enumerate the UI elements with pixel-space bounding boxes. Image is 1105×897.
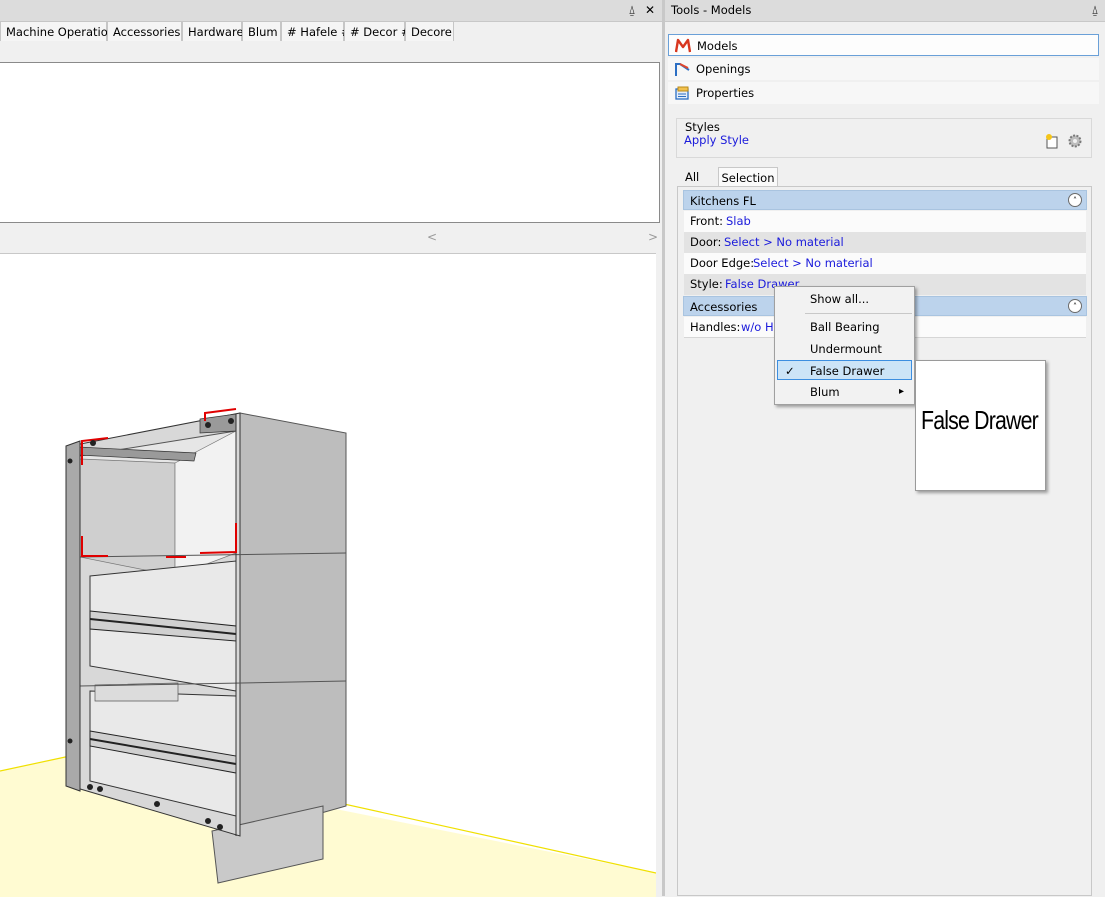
panel-splitter[interactable] xyxy=(662,0,665,896)
door-label: Door: xyxy=(690,235,722,249)
tools-models-titlebar: Tools - Models ⍙ xyxy=(665,0,1105,22)
tools-panel-title: Tools - Models xyxy=(671,3,752,17)
3d-viewport[interactable] xyxy=(0,253,656,897)
front-value-link[interactable]: Slab xyxy=(726,211,751,232)
horizontal-scroll-strip: < > xyxy=(0,224,662,252)
models-icon xyxy=(675,38,691,53)
nav-models[interactable]: Models xyxy=(668,34,1099,56)
pin-icon[interactable]: ⍙ xyxy=(1087,2,1103,18)
tab-all[interactable]: All xyxy=(679,167,719,187)
tab-blum[interactable]: Blum xyxy=(242,21,281,41)
style-label: Style: xyxy=(690,277,723,291)
styles-group-label: Styles xyxy=(685,120,720,134)
front-row: Front: Slab xyxy=(684,211,1086,232)
styles-group: Styles Apply Style xyxy=(676,118,1092,158)
kitchens-section-header[interactable]: Kitchens FL ˄ xyxy=(683,190,1087,210)
nav-openings[interactable]: Openings xyxy=(668,58,1099,80)
scroll-left-icon[interactable]: < xyxy=(427,230,437,244)
nav-properties[interactable]: Properties xyxy=(668,82,1099,104)
tab-decor[interactable]: # Decor # xyxy=(344,21,411,41)
menu-item-label: Blum xyxy=(810,385,840,399)
apply-style-link[interactable]: Apply Style xyxy=(684,133,749,147)
cabinet-render xyxy=(0,408,656,897)
door-value-link[interactable]: Select > No material xyxy=(724,232,844,253)
nav-properties-label: Properties xyxy=(696,86,755,100)
tab-decore[interactable]: Decore xyxy=(405,21,454,41)
handles-label: Handles: xyxy=(690,320,741,334)
openings-icon xyxy=(675,63,690,76)
nav-models-label: Models xyxy=(697,39,738,53)
kitchens-section-title: Kitchens FL xyxy=(690,194,756,208)
menu-item-label: Undermount xyxy=(810,342,882,356)
left-panel-titlebar: ⍙ ✕ xyxy=(0,0,662,22)
close-icon[interactable]: ✕ xyxy=(642,2,658,18)
tooltip-text: False Drawer xyxy=(921,405,1039,435)
door-edge-row: Door Edge: Select > No material xyxy=(684,253,1086,274)
tab-accessories[interactable]: Accessories xyxy=(107,21,182,41)
menu-separator xyxy=(805,313,912,314)
tab-hardware[interactable]: Hardware xyxy=(182,21,244,41)
menu-item-label: False Drawer xyxy=(810,364,885,378)
checkmark-icon: ✓ xyxy=(785,364,795,378)
menu-item-blum[interactable]: Blum ▸ xyxy=(777,382,912,402)
style-preview-tooltip: False Drawer xyxy=(915,360,1046,491)
tab-selection[interactable]: Selection xyxy=(718,167,778,187)
tab-hafele[interactable]: # Hafele # xyxy=(281,21,351,41)
door-edge-value-link[interactable]: Select > No material xyxy=(753,253,873,274)
menu-item-false-drawer[interactable]: ✓ False Drawer xyxy=(777,360,912,380)
properties-icon xyxy=(675,86,689,100)
menu-item-undermount[interactable]: Undermount xyxy=(777,339,912,359)
menu-item-label: Ball Bearing xyxy=(810,320,880,334)
catalog-tabs: Machine Operation Accessories Hardware B… xyxy=(0,21,662,42)
pin-icon[interactable]: ⍙ xyxy=(624,2,640,18)
style-context-menu: Show all... Ball Bearing Undermount ✓ Fa… xyxy=(774,286,915,405)
front-label: Front: xyxy=(690,214,723,228)
scroll-right-icon[interactable]: > xyxy=(648,230,658,244)
catalog-content-panel xyxy=(0,62,660,223)
gear-icon[interactable] xyxy=(1067,133,1083,149)
menu-item-label: Show all... xyxy=(810,292,870,306)
accessories-section-title: Accessories xyxy=(690,300,758,314)
door-row: Door: Select > No material xyxy=(684,232,1086,253)
menu-item-show-all[interactable]: Show all... xyxy=(777,289,912,309)
submenu-arrow-icon: ▸ xyxy=(899,386,905,397)
collapse-icon[interactable]: ˄ xyxy=(1068,299,1082,313)
menu-item-ball-bearing[interactable]: Ball Bearing xyxy=(777,317,912,337)
collapse-icon[interactable]: ˄ xyxy=(1068,193,1082,207)
door-edge-label: Door Edge: xyxy=(690,256,755,270)
new-style-icon[interactable] xyxy=(1045,133,1060,149)
tab-machine-operation[interactable]: Machine Operation xyxy=(0,21,115,41)
nav-openings-label: Openings xyxy=(696,62,751,76)
